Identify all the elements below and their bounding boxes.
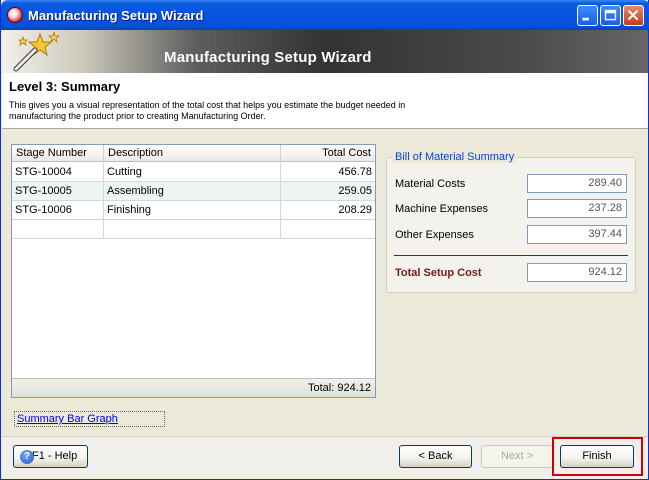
bom-summary-legend: Bill of Material Summary (392, 151, 518, 163)
total-cost-cell: 259.05 (338, 185, 372, 197)
wizard-button-bar: ? F1 - Help < Back Next > Finish (2, 436, 648, 479)
total-setup-cost-label: Total Setup Cost (395, 267, 482, 279)
summary-bar-graph-link[interactable]: Summary Bar Graph (14, 411, 165, 427)
column-header-stage-number[interactable]: Stage Number (12, 145, 104, 162)
back-button[interactable]: < Back (399, 445, 472, 468)
total-setup-cost-field[interactable]: 924.12 (527, 263, 627, 282)
total-cost-cell: 208.29 (338, 204, 372, 216)
help-button-label: F1 - Help (32, 450, 78, 462)
column-header-description[interactable]: Description (104, 145, 281, 162)
machine-expenses-field[interactable]: 237.28 (527, 199, 627, 218)
table-row[interactable]: STG-10005 Assembling 259.05 (12, 182, 375, 201)
stage-cost-grid[interactable]: Stage Number Description Total Cost STG-… (11, 144, 376, 398)
step-header: Level 3: Summary This gives you a visual… (2, 73, 648, 129)
banner-title: Manufacturing Setup Wizard (164, 49, 372, 66)
app-icon (7, 7, 23, 23)
stage-number-cell: STG-10005 (12, 182, 104, 200)
maximize-button[interactable] (600, 5, 621, 26)
bom-summary-group: Bill of Material Summary Material Costs … (386, 151, 636, 293)
window-title: Manufacturing Setup Wizard (28, 8, 204, 23)
column-header-total-cost[interactable]: Total Cost (281, 145, 375, 162)
wizard-banner: Manufacturing Setup Wizard (2, 30, 648, 73)
description-cell: Finishing (104, 201, 281, 219)
wizard-window: Manufacturing Setup Wizard Manufacturing… (0, 0, 649, 480)
magic-wand-icon (13, 31, 61, 72)
maximize-icon (604, 9, 617, 21)
grid-total-value: 924.12 (337, 382, 371, 394)
help-icon: ? (20, 450, 34, 464)
finish-button[interactable]: Finish (560, 445, 634, 468)
description-cell-empty[interactable] (104, 220, 281, 238)
close-button[interactable] (623, 5, 644, 26)
grid-footer: Total: 924.12 (12, 378, 375, 397)
minimize-icon (582, 17, 589, 21)
next-button[interactable]: Next > (481, 445, 553, 468)
grid-header: Stage Number Description Total Cost (12, 145, 375, 162)
new-row[interactable] (12, 220, 375, 239)
grid-total: Total: 924.12 (308, 382, 371, 394)
stage-number-cell: STG-10006 (12, 201, 104, 219)
description-cell: Assembling (104, 182, 281, 200)
summary-divider (394, 255, 628, 256)
help-button[interactable]: ? F1 - Help (13, 445, 88, 468)
other-expenses-label: Other Expenses (395, 229, 474, 241)
other-expenses-field[interactable]: 397.44 (527, 225, 627, 244)
stage-number-cell-empty[interactable] (12, 220, 104, 238)
table-row[interactable]: STG-10006 Finishing 208.29 (12, 201, 375, 220)
minimize-button[interactable] (577, 5, 598, 26)
material-costs-label: Material Costs (395, 178, 466, 190)
close-icon (627, 9, 639, 21)
step-title: Level 3: Summary (9, 79, 121, 94)
table-row[interactable]: STG-10004 Cutting 456.78 (12, 163, 375, 182)
step-description: This gives you a visual representation o… (9, 100, 406, 121)
title-bar[interactable]: Manufacturing Setup Wizard (1, 0, 649, 30)
total-cost-cell-empty[interactable] (281, 220, 375, 238)
grid-total-label: Total: (307, 382, 335, 394)
description-cell: Cutting (104, 163, 281, 181)
total-cost-cell: 456.78 (338, 166, 372, 178)
stage-number-cell: STG-10004 (12, 163, 104, 181)
material-costs-field[interactable]: 289.40 (527, 174, 627, 193)
machine-expenses-label: Machine Expenses (395, 203, 488, 215)
